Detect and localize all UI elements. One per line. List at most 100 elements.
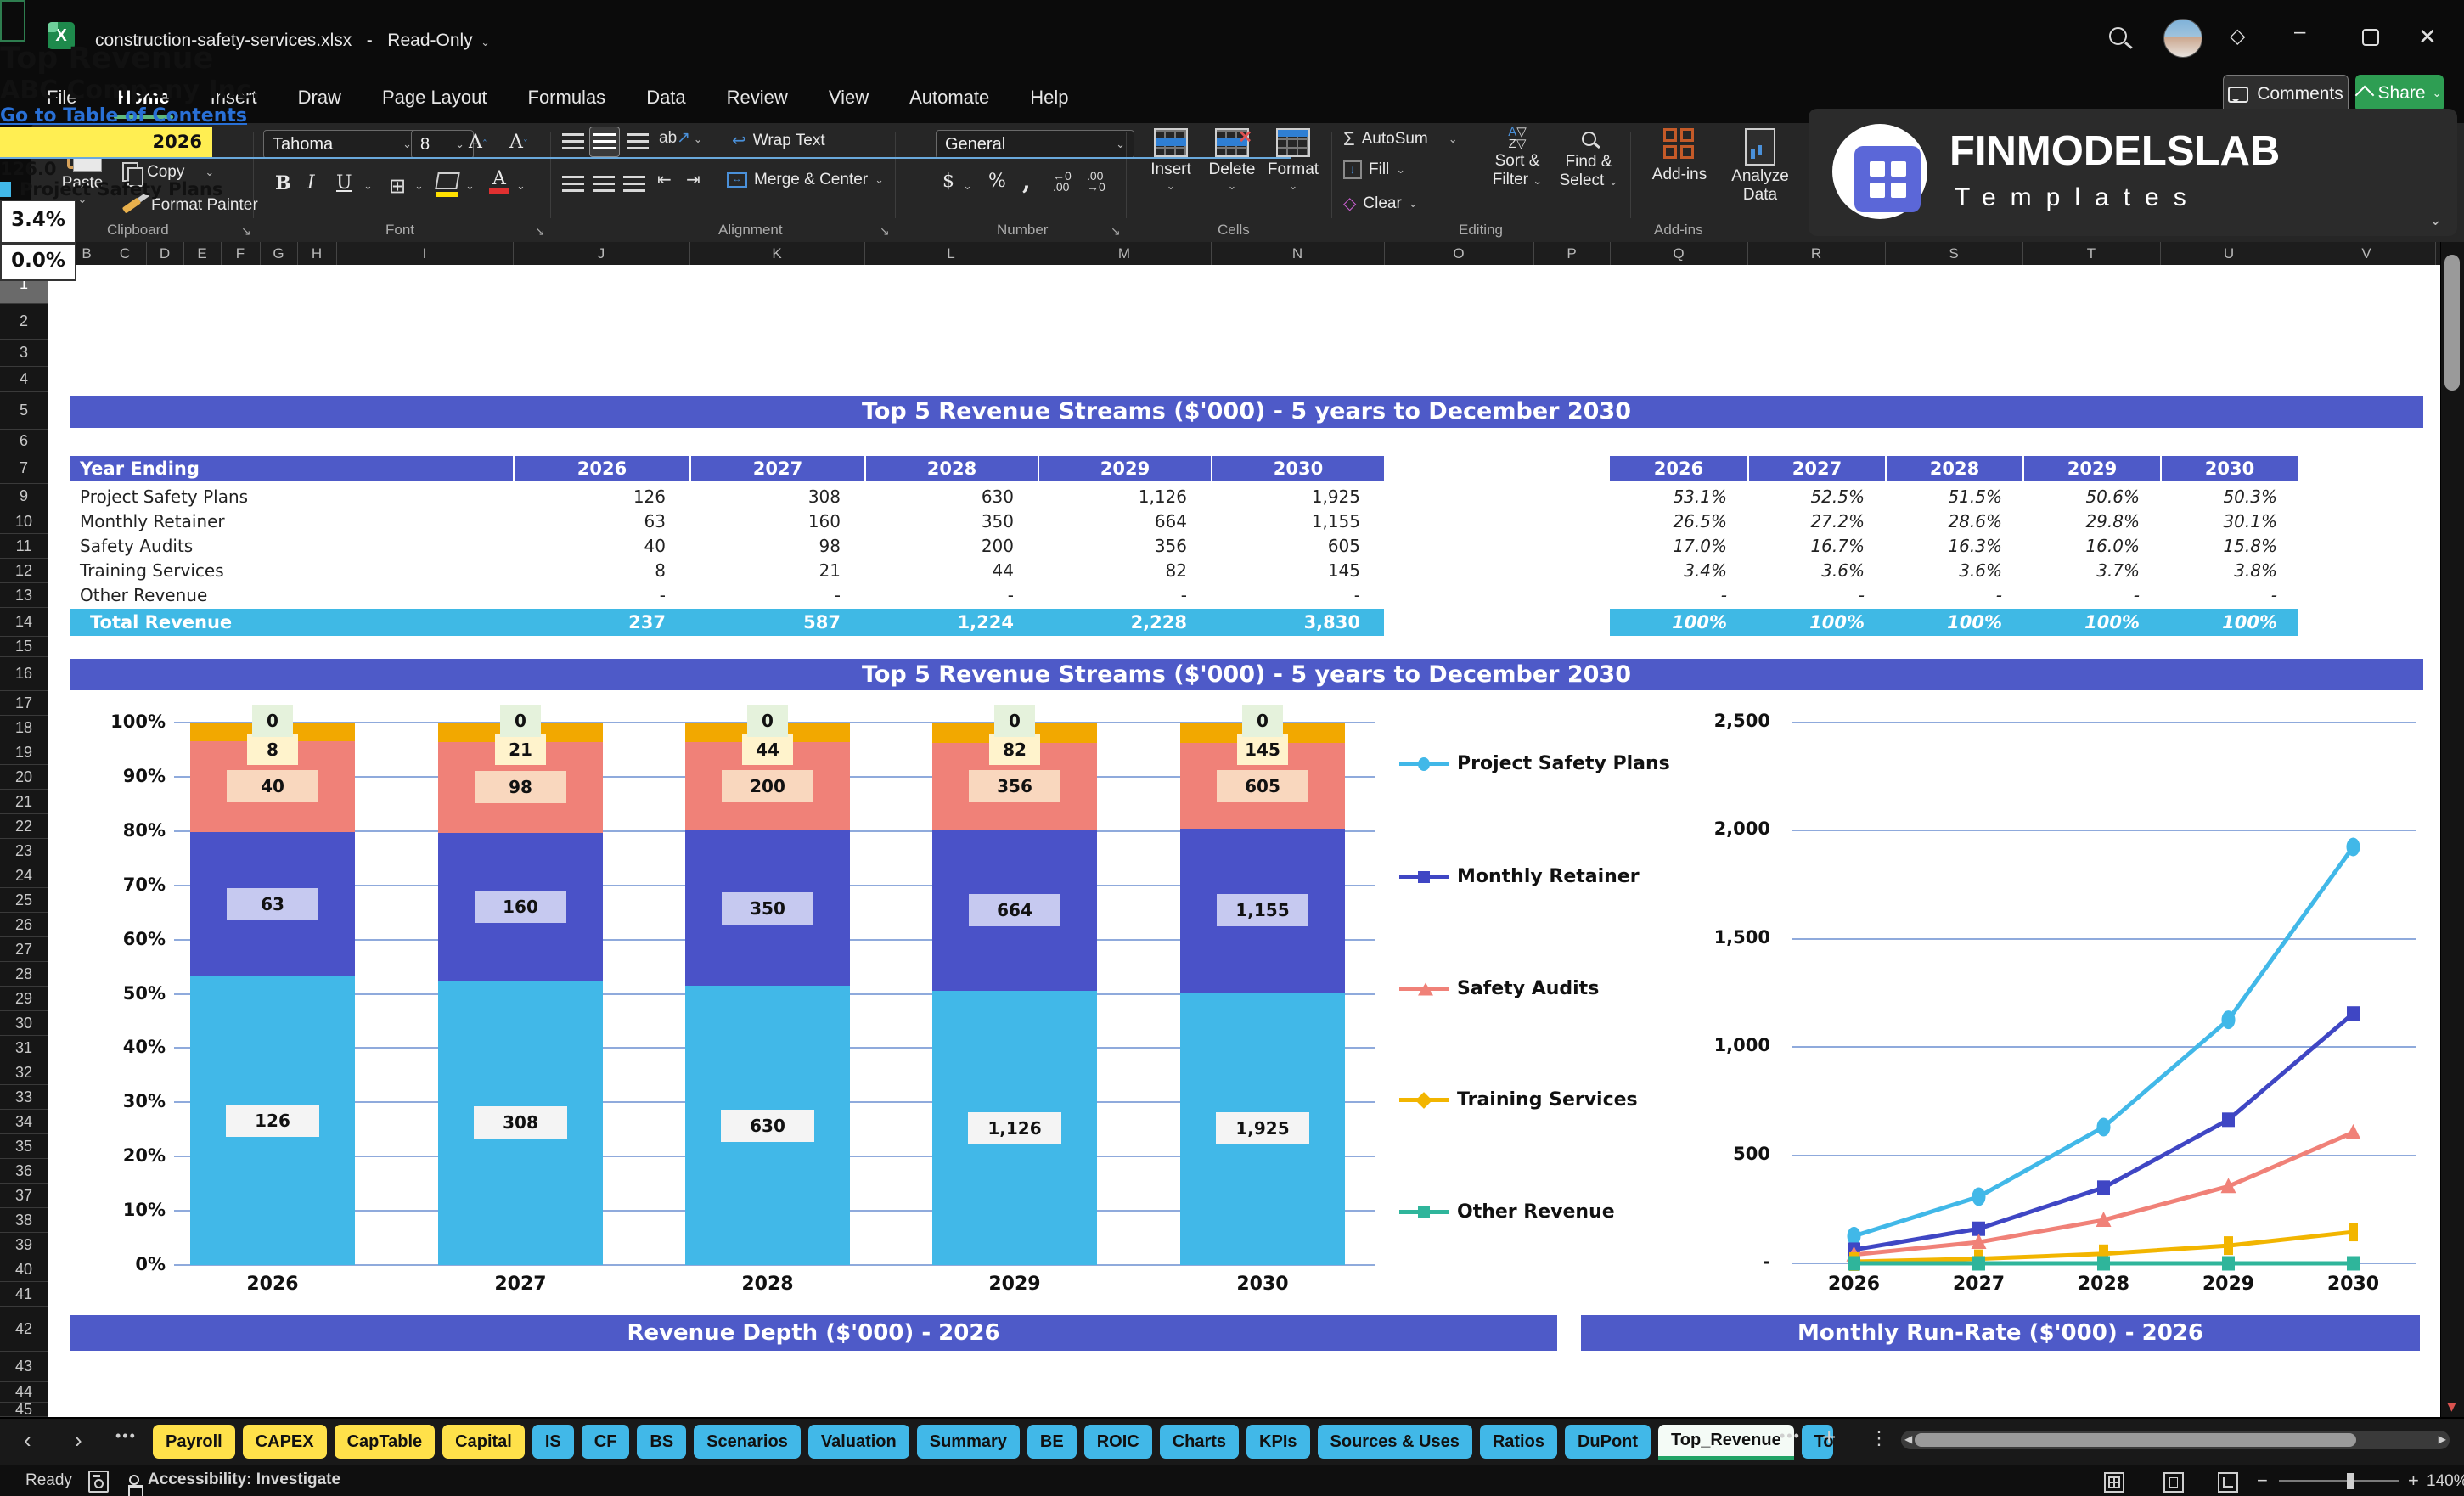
font-color-button[interactable]: A	[489, 170, 509, 194]
borders-button[interactable]: ⊞	[389, 174, 406, 199]
sheet-tab-kpis[interactable]: KPIs	[1246, 1425, 1310, 1459]
align-middle-selected[interactable]	[589, 127, 620, 157]
row-header-17[interactable]: 17	[0, 691, 48, 716]
search-icon[interactable]	[2109, 27, 2127, 45]
fill-color-button[interactable]	[435, 172, 460, 197]
sheet-nav-next-icon[interactable]: ›	[75, 1427, 82, 1454]
legend-item-training-services[interactable]: Training Services	[1399, 1089, 1638, 1111]
legend-item-other-revenue[interactable]: Other Revenue	[1399, 1201, 1615, 1223]
row-header-24[interactable]: 24	[0, 863, 48, 888]
sheet-tab-payroll[interactable]: Payroll	[153, 1425, 235, 1459]
row-header-4[interactable]: 4	[0, 367, 48, 392]
scroll-left-arrow-icon[interactable]: ◀	[1904, 1433, 1912, 1445]
percent-button[interactable]: %	[988, 171, 1006, 192]
ribbon-collapse-chevron-icon[interactable]: ⌄	[2429, 211, 2442, 229]
row-header-44[interactable]: 44	[0, 1382, 48, 1403]
align-left-icon[interactable]	[562, 176, 584, 178]
row-header-11[interactable]: 11	[0, 534, 48, 559]
sheet-tab-capex[interactable]: CAPEX	[242, 1425, 327, 1459]
align-right-icon[interactable]	[623, 176, 645, 178]
column-headers[interactable]: ABCDEFGHIJKLMNOPQRSTUV	[0, 242, 2440, 266]
sheet-tab-cf[interactable]: CF	[581, 1425, 630, 1459]
minimize-button[interactable]: –	[2294, 20, 2305, 44]
row-header-41[interactable]: 41	[0, 1282, 48, 1307]
column-header-E[interactable]: E	[183, 242, 222, 265]
legend-item-project-safety-plans[interactable]: Project Safety Plans	[1399, 753, 1670, 774]
row-header-6[interactable]: 6	[0, 430, 48, 453]
column-header-F[interactable]: F	[221, 242, 261, 265]
sheet-tab-bs[interactable]: BS	[637, 1425, 687, 1459]
row-header-34[interactable]: 34	[0, 1110, 48, 1134]
row-header-20[interactable]: 20	[0, 765, 48, 790]
sheet-tab-is[interactable]: IS	[532, 1425, 574, 1459]
column-header-L[interactable]: L	[864, 242, 1038, 265]
column-header-M[interactable]: M	[1038, 242, 1212, 265]
insert-cells-button[interactable]: Insert ⌄	[1143, 128, 1199, 193]
analyze-data-button[interactable]: Analyze Data	[1722, 128, 1798, 205]
sheet-tab-roic[interactable]: ROIC	[1083, 1425, 1152, 1459]
page-break-view-icon[interactable]	[2218, 1472, 2238, 1493]
column-header-T[interactable]: T	[2022, 242, 2161, 265]
column-header-P[interactable]: P	[1533, 242, 1611, 265]
currency-chevron-icon[interactable]: ⌄	[963, 179, 972, 193]
column-header-A[interactable]: A	[48, 242, 70, 265]
sheet-nav-prev-icon[interactable]: ‹	[24, 1427, 31, 1454]
format-cells-button[interactable]: Format ⌄	[1263, 128, 1323, 193]
comma-button[interactable]: ,	[1022, 167, 1031, 195]
row-header-7[interactable]: 7	[0, 453, 48, 484]
column-header-H[interactable]: H	[297, 242, 337, 265]
sheet-tab-ratios[interactable]: Ratios	[1479, 1425, 1557, 1459]
sheet-tab-be[interactable]: BE	[1027, 1425, 1077, 1459]
excel-app-icon[interactable]: X	[48, 22, 75, 49]
row-header-37[interactable]: 37	[0, 1184, 48, 1208]
clipboard-dialog-launcher[interactable]: ↘	[241, 224, 251, 239]
vertical-scrollbar-thumb[interactable]	[2444, 255, 2460, 391]
premium-diamond-icon[interactable]: ◇	[2230, 24, 2245, 48]
row-header-31[interactable]: 31	[0, 1036, 48, 1060]
column-header-I[interactable]: I	[336, 242, 514, 265]
page-layout-view-icon[interactable]	[2163, 1472, 2184, 1493]
copy-button[interactable]: Copy ⌄	[122, 162, 214, 187]
sheet-tab-top-revenue[interactable]: Top_Revenue	[1658, 1425, 1794, 1460]
row-header-16[interactable]: 16	[0, 657, 48, 691]
row-header-25[interactable]: 25	[0, 888, 48, 913]
sheet-nav-more-icon[interactable]: •••	[115, 1427, 137, 1445]
shrink-font-button[interactable]: Aˇ	[509, 132, 528, 153]
row-header-39[interactable]: 39	[0, 1233, 48, 1257]
zoom-level[interactable]: 140%	[2427, 1472, 2464, 1491]
column-header-O[interactable]: O	[1384, 242, 1534, 265]
row-header-21[interactable]: 21	[0, 790, 48, 814]
row-header-2[interactable]: 2	[0, 304, 48, 340]
row-header-10[interactable]: 10	[0, 509, 48, 534]
zoom-in-button[interactable]: +	[2408, 1470, 2419, 1492]
orientation-button[interactable]: ab↗ ⌄	[659, 128, 703, 148]
column-header-N[interactable]: N	[1211, 242, 1385, 265]
underline-chevron-icon[interactable]: ⌄	[363, 179, 373, 193]
sheet-tab-sources-uses[interactable]: Sources & Uses	[1317, 1425, 1472, 1459]
column-header-C[interactable]: C	[104, 242, 147, 265]
toc-link[interactable]: Go to Table of Contents	[0, 105, 2464, 127]
row-header-32[interactable]: 32	[0, 1060, 48, 1085]
zoom-out-button[interactable]: −	[2257, 1470, 2268, 1492]
align-center-icon[interactable]	[593, 176, 615, 178]
grow-font-button[interactable]: Aˆ	[469, 132, 487, 153]
decrease-indent-icon[interactable]: ⇤	[657, 169, 672, 190]
row-header-9[interactable]: 9	[0, 484, 48, 509]
column-header-U[interactable]: U	[2160, 242, 2298, 265]
align-bottom-icon[interactable]	[627, 133, 649, 136]
row-header-45[interactable]: 45	[0, 1401, 48, 1418]
italic-button[interactable]: I	[307, 172, 315, 194]
row-header-12[interactable]: 12	[0, 559, 48, 583]
column-header-K[interactable]: K	[689, 242, 865, 265]
number-dialog-launcher[interactable]: ↘	[1111, 224, 1121, 239]
vertical-scrollbar[interactable]: ▼	[2440, 242, 2464, 1417]
horizontal-scrollbar[interactable]: ◀ ▶	[1901, 1431, 2450, 1449]
worksheet-canvas[interactable]	[48, 265, 2440, 1417]
normal-view-icon[interactable]	[2104, 1472, 2124, 1493]
zoom-slider-thumb[interactable]	[2347, 1473, 2354, 1489]
row-header-36[interactable]: 36	[0, 1159, 48, 1184]
horizontal-scrollbar-thumb[interactable]	[1915, 1433, 2356, 1447]
currency-button[interactable]: $	[942, 171, 954, 192]
decrease-decimal-button[interactable]: .00 →0	[1087, 170, 1105, 193]
sheet-tab-capital[interactable]: Capital	[442, 1425, 525, 1459]
